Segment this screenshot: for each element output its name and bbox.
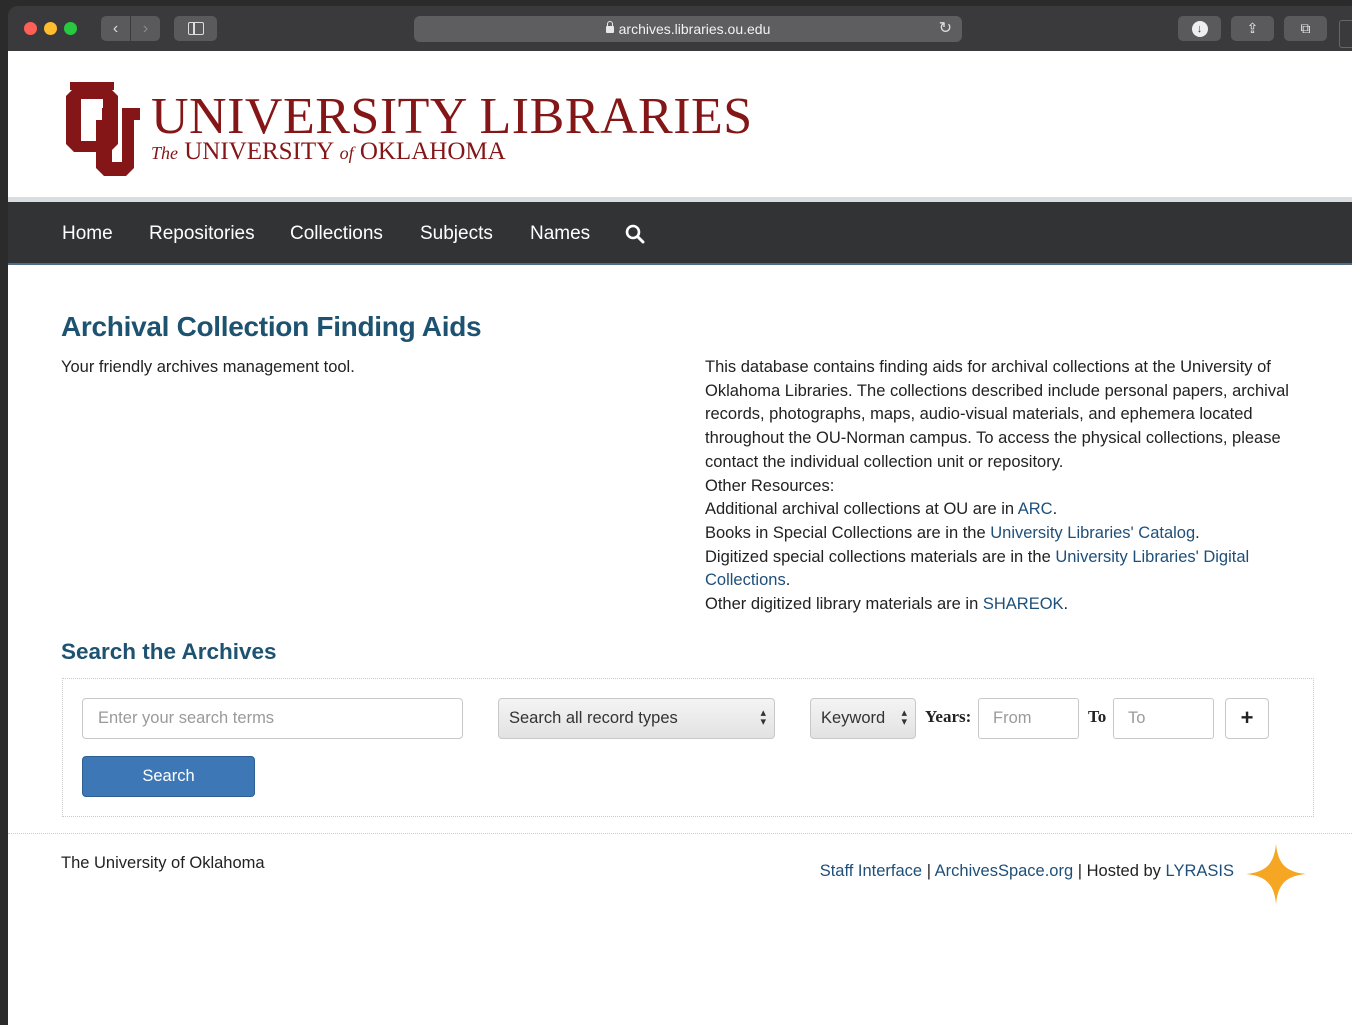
- logo-sub-of: of: [339, 143, 354, 163]
- resource-text: Books in Special Collections are in the: [705, 523, 991, 542]
- download-icon: ↓: [1191, 21, 1208, 38]
- logo-subtitle: The UNIVERSITY of OKLAHOMA: [151, 138, 506, 166]
- period: .: [1195, 523, 1200, 542]
- add-row-button[interactable]: +: [1225, 698, 1269, 739]
- address-bar[interactable]: archives.libraries.ou.edu ↻: [414, 16, 962, 42]
- logo-sub-oklahoma: OKLAHOMA: [359, 138, 506, 165]
- resource-line-catalog: Books in Special Collections are in the …: [705, 522, 1315, 546]
- resource-text: Other digitized library materials are in: [705, 595, 983, 614]
- tab-overview-button[interactable]: ⧉: [1284, 16, 1327, 41]
- nav-home[interactable]: Home: [62, 223, 113, 245]
- page-title: Archival Collection Finding Aids: [61, 311, 482, 342]
- resource-line-shareok: Other digitized library materials are in…: [705, 593, 1315, 617]
- footer-institution: The University of Oklahoma: [61, 854, 265, 872]
- reload-icon[interactable]: ↻: [939, 16, 952, 42]
- description-block: This database contains finding aids for …: [705, 356, 1315, 617]
- other-resources-label: Other Resources:: [705, 476, 835, 495]
- search-icon[interactable]: [625, 224, 645, 244]
- period: .: [1063, 595, 1069, 614]
- sidebar-icon: [188, 22, 204, 35]
- footer-separator: |: [922, 862, 935, 880]
- share-icon: ⇪: [1246, 20, 1259, 36]
- ou-logo-icon[interactable]: [66, 80, 140, 178]
- zoom-window-button[interactable]: [64, 22, 77, 35]
- minimize-window-button[interactable]: [44, 22, 57, 35]
- description-intro: This database contains finding aids for …: [705, 358, 1289, 471]
- resource-line-arc: Additional archival collections at OU ar…: [705, 498, 1315, 522]
- period: .: [1052, 500, 1058, 519]
- page-tagline: Your friendly archives management tool.: [61, 358, 355, 376]
- record-type-value: Search all record types: [509, 709, 678, 727]
- record-type-select[interactable]: Search all record types ▴ ▾: [498, 698, 775, 739]
- web-page: UNIVERSITY LIBRARIES The UNIVERSITY of O…: [8, 51, 1352, 1025]
- chevron-right-icon: ›: [142, 20, 149, 37]
- resource-text: Additional archival collections at OU ar…: [705, 500, 1018, 519]
- period: .: [785, 571, 791, 590]
- browser-toolbar: ‹ › archives.libraries.ou.edu ↻ ↓ ⇪ ⧉: [8, 6, 1352, 51]
- forward-button[interactable]: ›: [131, 16, 160, 41]
- shareok-link[interactable]: SHAREOK: [983, 595, 1064, 613]
- chevron-left-icon: ‹: [112, 20, 119, 37]
- tabs-icon: ⧉: [1300, 20, 1311, 36]
- resource-text: Digitized special collections materials …: [705, 547, 1056, 566]
- years-label: Years:: [925, 707, 972, 726]
- search-section-title: Search the Archives: [61, 639, 277, 664]
- resource-line-digital: Digitized special collections materials …: [705, 546, 1315, 593]
- search-field-value: Keyword: [821, 709, 886, 727]
- nav-names[interactable]: Names: [530, 223, 590, 245]
- archivesspace-link[interactable]: ArchivesSpace.org: [935, 862, 1074, 880]
- footer-links: Staff Interface | ArchivesSpace.org | Ho…: [820, 862, 1234, 881]
- main-navbar: Home Repositories Collections Subjects N…: [8, 202, 1352, 265]
- sidebar-toggle-button[interactable]: [174, 16, 217, 41]
- nav-collections[interactable]: Collections: [290, 223, 383, 245]
- lyrasis-star-icon[interactable]: [1246, 844, 1306, 904]
- search-form: Enter your search terms Search all recor…: [62, 678, 1314, 817]
- select-arrows-icon: ▴ ▾: [901, 707, 907, 728]
- share-button[interactable]: ⇪: [1231, 16, 1274, 41]
- nav-subjects[interactable]: Subjects: [420, 223, 493, 245]
- catalog-link[interactable]: University Libraries' Catalog: [990, 524, 1195, 542]
- lock-icon: [605, 21, 614, 33]
- staff-interface-link[interactable]: Staff Interface: [820, 862, 922, 880]
- arc-link[interactable]: ARC: [1018, 500, 1053, 518]
- downloads-button[interactable]: ↓: [1178, 16, 1221, 41]
- search-button[interactable]: Search: [82, 756, 255, 797]
- logo-sub-the: The: [151, 143, 178, 163]
- year-to-label: To: [1088, 707, 1107, 726]
- site-header: UNIVERSITY LIBRARIES The UNIVERSITY of O…: [8, 51, 1352, 197]
- search-input[interactable]: Enter your search terms: [82, 698, 463, 739]
- url-text: archives.libraries.ou.edu: [618, 21, 771, 37]
- select-arrows-icon: ▴ ▾: [760, 707, 766, 728]
- search-field-select[interactable]: Keyword ▴ ▾: [810, 698, 916, 739]
- logo-sub-university: UNIVERSITY: [184, 138, 334, 165]
- nav-repositories[interactable]: Repositories: [149, 223, 255, 245]
- year-from-input[interactable]: From: [978, 698, 1079, 739]
- year-to-input[interactable]: To: [1113, 698, 1214, 739]
- lyrasis-link[interactable]: LYRASIS: [1166, 862, 1234, 880]
- hosted-by-text: | Hosted by: [1073, 862, 1166, 880]
- toolbar-overflow: [1339, 20, 1352, 48]
- footer-divider: [8, 833, 1352, 834]
- back-button[interactable]: ‹: [101, 16, 130, 41]
- close-window-button[interactable]: [24, 22, 37, 35]
